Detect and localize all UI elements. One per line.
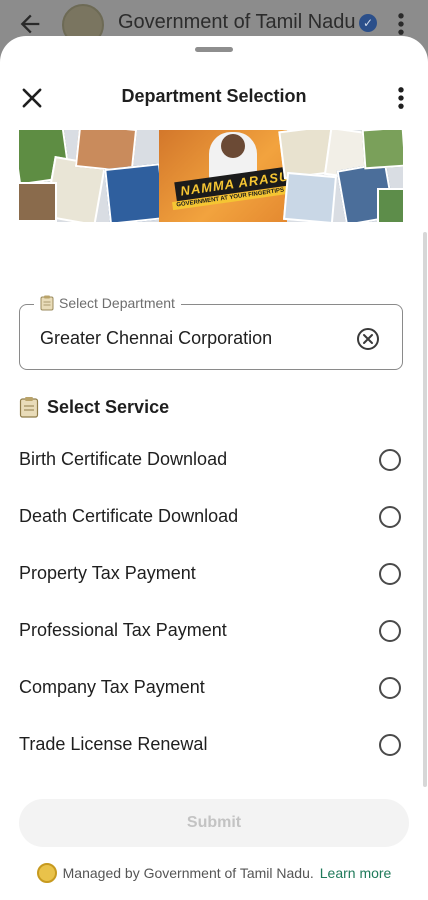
service-radio[interactable] [379,449,401,471]
department-selected-value: Greater Chennai Corporation [40,328,273,348]
managed-by-note: Managed by Government of Tamil Nadu. Lea… [0,863,428,883]
department-label-text: Select Department [59,295,175,311]
banner-portrait-head [221,134,245,158]
back-arrow-icon [20,14,40,34]
service-radio[interactable] [379,563,401,585]
department-field-label: Select Department [34,295,181,311]
service-option-label: Property Tax Payment [19,563,196,583]
managed-by-text: Managed by Government of Tamil Nadu. [62,865,314,881]
service-radio[interactable] [379,734,401,756]
department-selection-sheet: Department Selection NAMMA ARASU GOVERNM… [0,36,428,900]
service-radio[interactable] [379,677,401,699]
service-option-professional-tax[interactable]: Professional Tax Payment [0,611,428,651]
clipboard-icon [19,397,39,418]
department-select-field[interactable]: Select Department Greater Chennai Corpor… [19,295,403,370]
service-option-label: Professional Tax Payment [19,620,227,640]
more-vert-icon [398,13,404,35]
verified-badge-icon: ✓ [359,14,377,32]
service-radio[interactable] [379,620,401,642]
select-service-heading: Select Service [19,396,169,418]
clear-circle-icon[interactable] [356,327,380,351]
service-option-company-tax[interactable]: Company Tax Payment [0,668,428,708]
service-option-label: Company Tax Payment [19,677,205,697]
service-option-birth-certificate[interactable]: Birth Certificate Download [0,440,428,480]
service-option-trade-license[interactable]: Trade License Renewal [0,725,428,765]
service-option-label: Trade License Renewal [19,734,208,754]
service-option-label: Birth Certificate Download [19,449,228,469]
learn-more-link[interactable]: Learn more [320,865,392,881]
service-option-label: Death Certificate Download [19,506,239,526]
more-vert-icon[interactable] [392,84,410,112]
service-radio[interactable] [379,506,401,528]
service-option-property-tax[interactable]: Property Tax Payment [0,554,428,594]
submit-button[interactable]: Submit [19,799,409,847]
select-service-label: Select Service [47,396,170,417]
sheet-title: Department Selection [121,86,307,106]
clipboard-icon [40,295,54,311]
background-app-title: Government of Tamil Nadu [118,11,356,33]
tn-emblem-icon [36,863,57,883]
service-option-death-certificate[interactable]: Death Certificate Download [0,497,428,537]
namma-arasu-banner: NAMMA ARASU GOVERNMENT AT YOUR FINGERTIP… [19,130,403,222]
sheet-drag-handle[interactable] [195,47,233,52]
